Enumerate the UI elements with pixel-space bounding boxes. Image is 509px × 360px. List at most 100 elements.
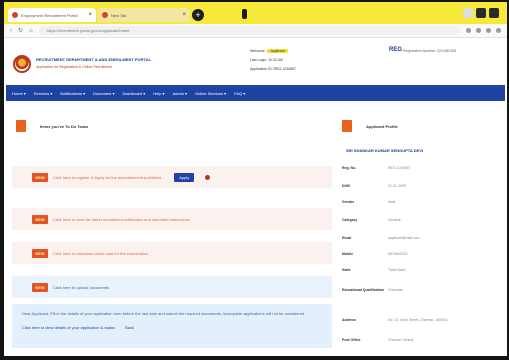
favicon-icon bbox=[102, 12, 108, 18]
close-tab-icon[interactable]: × bbox=[88, 12, 92, 18]
profile-field: State Tamil Nadu bbox=[342, 268, 504, 282]
field-label: Gender bbox=[342, 200, 355, 204]
application-id: Application ID: REG-1234567 bbox=[250, 67, 296, 71]
nav-services[interactable]: Services ▾ bbox=[34, 91, 52, 96]
org-name: RECRUITMENT DEPARTMENT & AND ENROLMENT P… bbox=[36, 57, 152, 62]
profile-panel-title: Applicant Profile bbox=[366, 123, 398, 129]
field-label: DOB bbox=[342, 184, 350, 188]
tasks-icon bbox=[16, 120, 26, 132]
task-link[interactable]: Click here to view the latest recruitmen… bbox=[53, 217, 190, 222]
field-value: applicant@mail.com bbox=[388, 236, 420, 240]
profile-field: Mobile 9876543210 bbox=[342, 252, 504, 266]
field-label: Reg. No. bbox=[342, 166, 357, 170]
window-controls bbox=[463, 8, 499, 18]
task-row[interactable]: NEW Click here to download admit card fo… bbox=[12, 242, 332, 264]
profile-panel: Applicant Profile SRI SHANKAR KUMAR SENG… bbox=[338, 114, 506, 354]
field-value: REG-1234567 bbox=[388, 166, 411, 170]
profile-field: Address No. 12, Main Street, Chennai - 60… bbox=[342, 318, 504, 332]
new-badge: NEW bbox=[32, 248, 48, 258]
main-nav: Home ▾ Services ▾ Notifications ▾ Docume… bbox=[6, 85, 505, 101]
reg-badge: REG bbox=[389, 47, 403, 53]
apply-button[interactable]: Apply bbox=[174, 172, 195, 182]
profile-field: Reg. No. REG-1234567 bbox=[342, 166, 504, 180]
field-value: Tamil Nadu bbox=[388, 268, 406, 272]
todo-panel-title: Items you've To Do Tasks bbox=[40, 123, 89, 129]
field-label: Mobile bbox=[342, 252, 354, 256]
new-badge: NEW bbox=[32, 172, 48, 182]
screen: Employment Recruitment Portal × New Tab … bbox=[4, 2, 507, 356]
profile-field: Post Office Chennai Central bbox=[342, 338, 504, 352]
new-tab-button[interactable]: + bbox=[192, 9, 204, 21]
browser-tabbar: Employment Recruitment Portal × New Tab … bbox=[4, 2, 507, 24]
browser-tab[interactable]: New Tab × bbox=[98, 8, 190, 22]
field-label: Post Office bbox=[342, 338, 361, 342]
nav-home[interactable]: Home ▾ bbox=[12, 91, 26, 96]
nav-notifications[interactable]: Notifications ▾ bbox=[60, 91, 85, 96]
profile-field: Gender Male bbox=[342, 200, 504, 214]
field-value: Graduate bbox=[388, 288, 403, 292]
field-label: Educational Qualification bbox=[342, 288, 385, 292]
field-value: 01-01-1995 bbox=[388, 184, 406, 188]
nav-admin[interactable]: Admin ▾ bbox=[173, 91, 187, 96]
welcome-user: Applicant bbox=[267, 49, 288, 53]
reload-icon[interactable]: ↻ bbox=[18, 27, 23, 34]
home-icon[interactable]: ⌂ bbox=[29, 28, 33, 34]
task-row[interactable]: NEW Click here to view the latest recrui… bbox=[12, 208, 332, 230]
field-label: State bbox=[342, 268, 351, 272]
nav-faq[interactable]: FAQ ▾ bbox=[234, 91, 245, 96]
org-subtitle: Application for Registration & Online Re… bbox=[36, 65, 113, 69]
maximize-icon[interactable] bbox=[476, 8, 486, 18]
task-link[interactable]: Click here to upload documents bbox=[53, 285, 109, 290]
todo-panel-header: Items you've To Do Tasks bbox=[12, 114, 332, 138]
url-field[interactable]: https://recruitment.portal.gov.in/applic… bbox=[38, 26, 460, 35]
emblem-logo bbox=[13, 55, 31, 73]
task-link[interactable]: Click here to register & Apply for the a… bbox=[53, 175, 161, 180]
notice-details-link[interactable]: Click here to view details of your appli… bbox=[22, 325, 115, 330]
todo-panel: Items you've To Do Tasks NEW Click here … bbox=[12, 114, 332, 354]
field-value: No. 12, Main Street, Chennai - 600001 bbox=[388, 318, 448, 322]
menu-icon[interactable] bbox=[496, 28, 501, 33]
nav-help[interactable]: Help ▾ bbox=[153, 91, 164, 96]
applicant-name: SRI SHANKAR KUMAR SENGUPTA DEVI bbox=[346, 148, 424, 153]
registration-number: Registration Number: 3210987654 bbox=[403, 49, 457, 53]
minimize-icon[interactable] bbox=[463, 8, 473, 18]
field-label: Address bbox=[342, 318, 357, 322]
last-login: Last Login: 10:32 AM bbox=[250, 58, 283, 62]
extension-icon[interactable] bbox=[466, 28, 471, 33]
notice-box: Dear Applicant, Fill in the details of y… bbox=[12, 304, 332, 348]
info-icon[interactable] bbox=[205, 174, 211, 180]
task-link[interactable]: Click here to download admit card for th… bbox=[53, 251, 148, 256]
user-info: Welcome : Applicant Last Login: 10:32 AM… bbox=[250, 47, 296, 74]
extension-icons bbox=[466, 28, 501, 33]
address-bar: ‹ ↻ ⌂ https://recruitment.portal.gov.in/… bbox=[4, 24, 507, 38]
nav-dashboard[interactable]: Dashboard ▾ bbox=[123, 91, 146, 96]
field-value: General bbox=[388, 218, 401, 222]
field-value: Male bbox=[388, 200, 396, 204]
nav-online-services[interactable]: Online Services ▾ bbox=[195, 91, 226, 96]
notice-links: Click here to view details of your appli… bbox=[22, 325, 322, 330]
favicon-icon bbox=[12, 12, 18, 18]
profile-field: DOB 01-01-1995 bbox=[342, 184, 504, 198]
back-icon[interactable]: ‹ bbox=[10, 28, 12, 34]
field-value: 9876543210 bbox=[388, 252, 408, 256]
profile-field: Category General bbox=[342, 218, 504, 232]
nav-document[interactable]: Document ▾ bbox=[93, 91, 114, 96]
close-window-icon[interactable] bbox=[489, 8, 499, 18]
task-row[interactable]: NEW Click here to upload documents bbox=[12, 276, 332, 298]
close-tab-icon[interactable]: × bbox=[182, 12, 186, 18]
task-row[interactable]: NEW Click here to register & Apply for t… bbox=[12, 166, 332, 188]
field-value: Chennai Central bbox=[388, 338, 414, 342]
field-label: Category bbox=[342, 218, 358, 222]
profile-field: Educational Qualification Graduate bbox=[342, 288, 504, 314]
profile-icon[interactable] bbox=[486, 28, 491, 33]
field-label: Email bbox=[342, 236, 352, 240]
site-header: RECRUITMENT DEPARTMENT & AND ENROLMENT P… bbox=[4, 39, 507, 83]
profile-panel-header: Applicant Profile bbox=[338, 114, 506, 138]
profile-icon bbox=[342, 120, 352, 132]
extension-icon[interactable] bbox=[476, 28, 481, 33]
browser-tab-active[interactable]: Employment Recruitment Portal × bbox=[8, 8, 96, 22]
profile-field: Email applicant@mail.com bbox=[342, 236, 504, 250]
welcome-label: Welcome : bbox=[250, 49, 267, 53]
tab-search-icon[interactable] bbox=[242, 9, 247, 19]
notice-back-link[interactable]: Back bbox=[125, 325, 134, 330]
